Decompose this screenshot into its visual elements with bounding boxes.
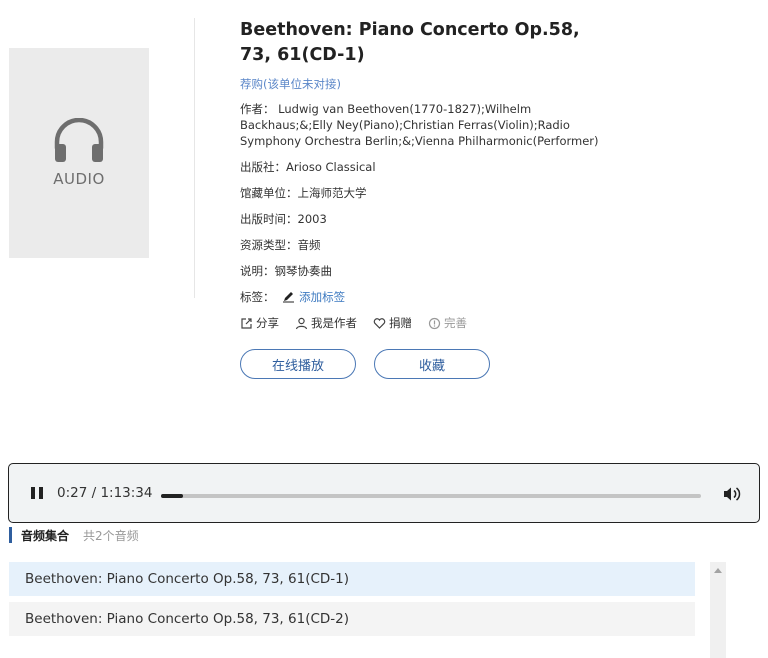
pencil-icon[interactable] <box>282 290 295 303</box>
seek-progress <box>161 494 183 498</box>
track-list: Beethoven: Piano Concerto Op.58, 73, 61(… <box>9 562 695 642</box>
audio-cover: AUDIO <box>9 48 149 258</box>
heart-icon <box>373 317 386 329</box>
info-panel: Beethoven: Piano Concerto Op.58, 73, 61(… <box>240 18 600 379</box>
headphones-icon <box>54 118 104 162</box>
cover-label: AUDIO <box>53 170 105 188</box>
vertical-divider <box>194 18 195 298</box>
author-text: 作者： Ludwig van Beethoven(1770-1827);Wilh… <box>240 102 599 148</box>
collection-header: 音频集合 共2个音频 <box>9 527 139 543</box>
list-item[interactable]: Beethoven: Piano Concerto Op.58, 73, 61(… <box>9 602 695 636</box>
donate-button[interactable]: 捐赠 <box>373 315 412 331</box>
play-online-button[interactable]: 在线播放 <box>240 349 356 379</box>
seek-bar[interactable] <box>161 494 701 498</box>
time-display: 0:27 / 1:13:34 <box>57 485 153 501</box>
meta-publisher: 出版社：Arioso Classical <box>240 160 376 174</box>
button-row: 在线播放 收藏 <box>240 349 600 379</box>
pause-icon <box>31 487 35 499</box>
meta-library: 馆藏单位：上海师范大学 <box>240 186 367 200</box>
scrollbar[interactable] <box>710 562 726 658</box>
meta-date: 出版时间：2003 <box>240 212 327 226</box>
action-bar: 分享 我是作者 捐赠 完善 <box>240 315 600 331</box>
claim-author-button[interactable]: 我是作者 <box>295 315 357 331</box>
share-button[interactable]: 分享 <box>240 315 279 331</box>
pause-button[interactable] <box>29 485 45 501</box>
subscribe-link[interactable]: 荐购(该单位未对接) <box>240 76 600 92</box>
page-title: Beethoven: Piano Concerto Op.58, 73, 61(… <box>240 20 580 65</box>
audio-player: 0:27 / 1:13:34 <box>8 463 760 523</box>
meta-tags: 标签： 添加标签 <box>240 290 346 304</box>
scroll-up-arrow[interactable] <box>714 568 722 573</box>
complete-button[interactable]: 完善 <box>428 315 467 331</box>
meta-note: 说明：钢琴协奏曲 <box>240 264 332 278</box>
add-tag-link[interactable]: 添加标签 <box>299 290 345 304</box>
collection-count: 共2个音频 <box>83 528 139 543</box>
meta-type: 资源类型：音频 <box>240 238 321 252</box>
share-icon <box>241 317 252 329</box>
list-item[interactable]: Beethoven: Piano Concerto Op.58, 73, 61(… <box>9 562 695 596</box>
volume-icon[interactable] <box>723 486 741 502</box>
info-icon <box>428 317 441 329</box>
user-icon <box>295 317 308 329</box>
collection-title: 音频集合 <box>21 528 70 543</box>
collect-button[interactable]: 收藏 <box>374 349 490 379</box>
